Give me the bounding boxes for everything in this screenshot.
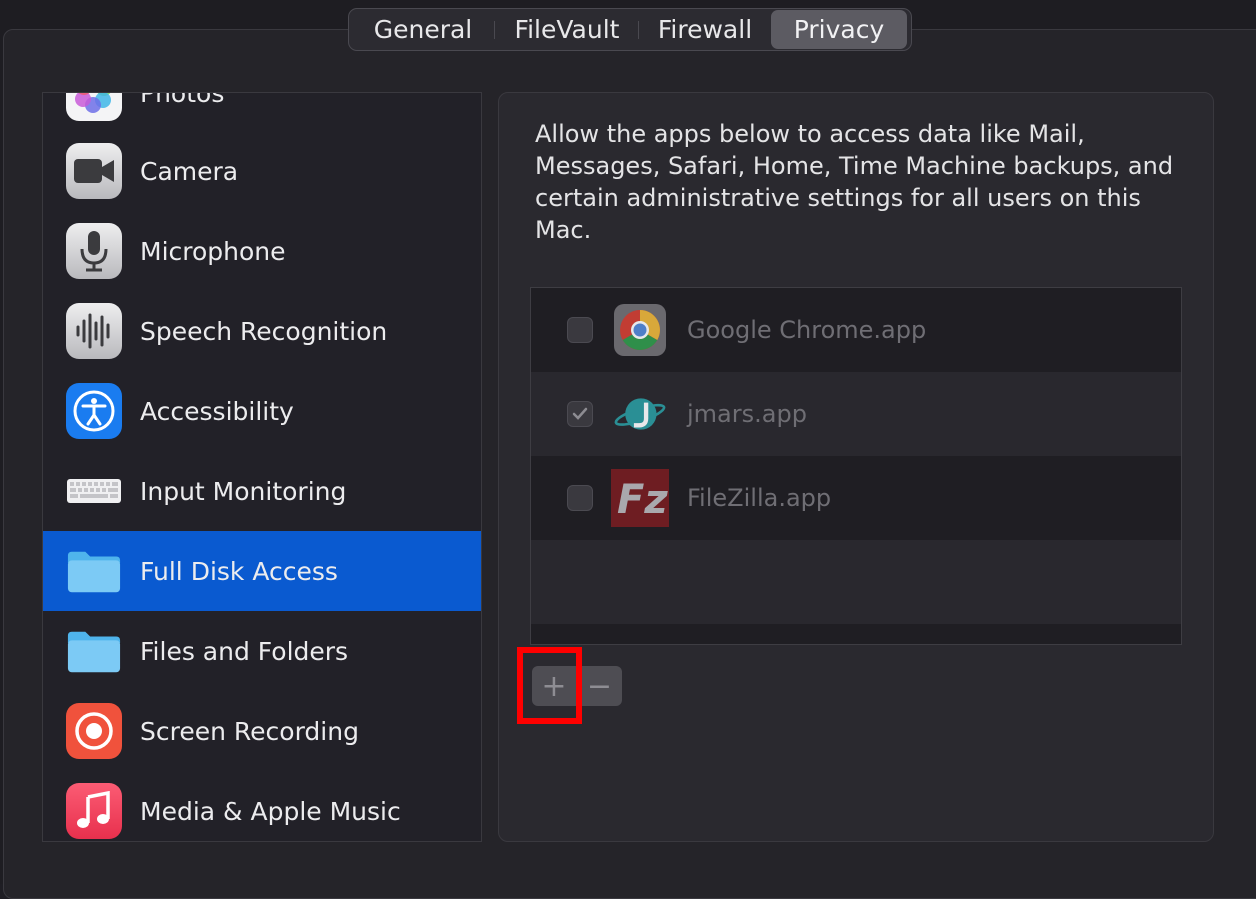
sidebar-item-label: Files and Folders <box>140 636 349 666</box>
privacy-category-list[interactable]: Photos Camera Microphone Speech Recognit… <box>42 92 482 842</box>
folder-icon <box>66 623 122 679</box>
photos-icon <box>66 93 122 121</box>
sidebar-item-label: Accessibility <box>140 396 294 426</box>
app-name: FileZilla.app <box>687 484 832 512</box>
keyboard-icon <box>66 463 122 519</box>
list-item-empty <box>531 540 1181 624</box>
tab-filevault[interactable]: FileVault <box>495 10 639 49</box>
app-checkbox[interactable] <box>567 401 593 427</box>
app-checkbox[interactable] <box>567 317 593 343</box>
app-name: jmars.app <box>687 400 807 428</box>
sidebar-item-media-apple-music[interactable]: Media & Apple Music <box>43 771 481 841</box>
folder-icon <box>66 543 122 599</box>
sidebar-item-photos[interactable]: Photos <box>43 92 481 133</box>
sidebar-item-label: Microphone <box>140 236 286 266</box>
add-app-button[interactable]: + <box>532 666 577 706</box>
app-list[interactable]: Google Chrome.app jmars.app Fz FileZilla… <box>530 287 1182 645</box>
camera-icon <box>66 143 122 199</box>
sidebar-item-speech-recognition[interactable]: Speech Recognition <box>43 291 481 371</box>
sidebar-item-label: Screen Recording <box>140 716 359 746</box>
waveform-icon <box>66 303 122 359</box>
sidebar-item-label: Input Monitoring <box>140 476 347 506</box>
filezilla-icon: Fz <box>609 467 671 529</box>
sidebar-item-microphone[interactable]: Microphone <box>43 211 481 291</box>
remove-app-button[interactable]: − <box>577 666 622 706</box>
sidebar-item-label: Speech Recognition <box>140 316 388 346</box>
microphone-icon <box>66 223 122 279</box>
sidebar-item-full-disk-access[interactable]: Full Disk Access <box>43 531 481 611</box>
sidebar-item-label: Camera <box>140 156 239 186</box>
tab-general[interactable]: General <box>351 10 495 49</box>
tab-bar: General FileVault Firewall Privacy <box>348 8 912 51</box>
music-note-icon <box>66 783 122 839</box>
app-name: Google Chrome.app <box>687 316 927 344</box>
svg-text:Fz: Fz <box>617 477 668 523</box>
sidebar-item-accessibility[interactable]: Accessibility <box>43 371 481 451</box>
sidebar-item-label: Photos <box>140 92 225 108</box>
sidebar-item-label: Media & Apple Music <box>140 796 401 826</box>
accessibility-icon <box>66 383 122 439</box>
jmars-icon <box>613 387 667 441</box>
list-item-jmars[interactable]: jmars.app <box>531 372 1181 456</box>
tab-firewall[interactable]: Firewall <box>639 10 771 49</box>
list-item-filezilla[interactable]: Fz FileZilla.app <box>531 456 1181 540</box>
record-icon <box>66 703 122 759</box>
sidebar-item-label: Full Disk Access <box>140 556 338 586</box>
add-remove-controls: + − <box>532 666 622 706</box>
sidebar-item-camera[interactable]: Camera <box>43 131 481 211</box>
chrome-icon <box>613 303 667 357</box>
list-item-google-chrome[interactable]: Google Chrome.app <box>531 288 1181 372</box>
sidebar-item-files-and-folders[interactable]: Files and Folders <box>43 611 481 691</box>
access-description: Allow the apps below to access data like… <box>535 120 1174 244</box>
tab-privacy[interactable]: Privacy <box>771 10 907 49</box>
app-checkbox[interactable] <box>567 485 593 511</box>
sidebar-item-input-monitoring[interactable]: Input Monitoring <box>43 451 481 531</box>
sidebar-item-screen-recording[interactable]: Screen Recording <box>43 691 481 771</box>
